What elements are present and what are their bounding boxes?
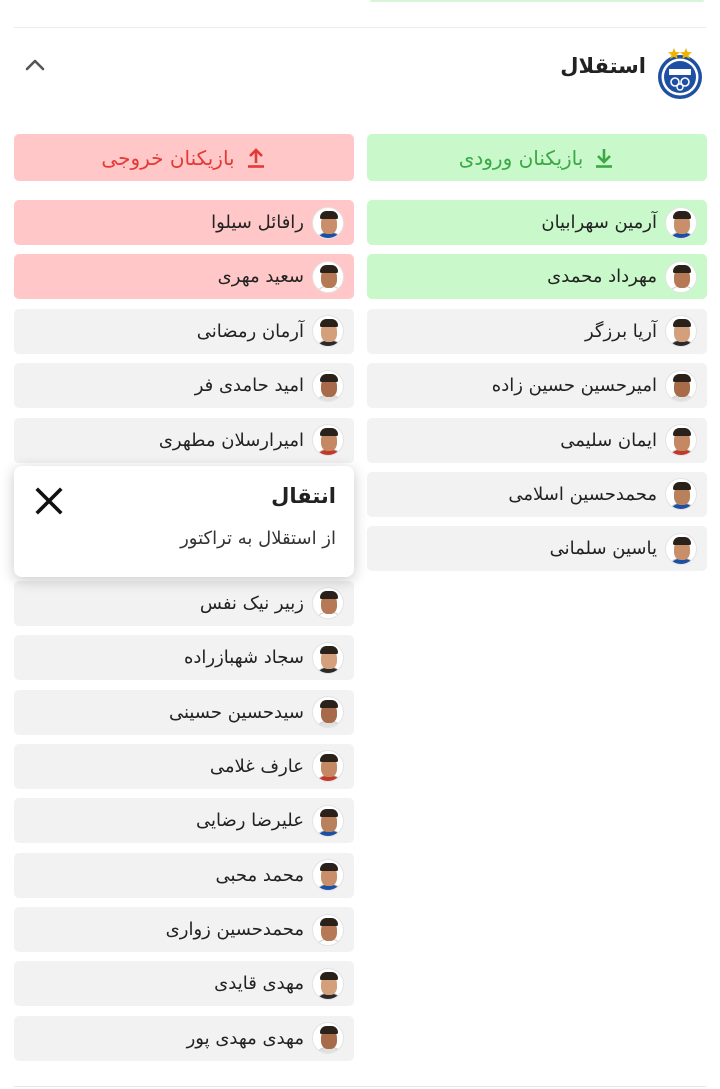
outgoing-title: بازیکنان خروجی	[101, 145, 235, 170]
player-row[interactable]: عارف غلامی	[14, 743, 354, 789]
player-name: علیرضا رضایی	[195, 810, 304, 832]
player-name: آرمین سهرابیان	[541, 212, 657, 233]
esteghlal-logo-icon	[658, 48, 702, 99]
player-name: امید حامدی فر	[194, 375, 304, 397]
player-avatar	[665, 424, 697, 457]
transfer-popup: انتقال از استقلال به تراکتور	[14, 466, 354, 577]
player-row[interactable]: محمدحسین اسلامی	[367, 471, 707, 517]
player-name: مهدی قایدی	[214, 973, 304, 995]
player-name: سعید مهری	[217, 266, 304, 288]
popup-title: انتقال	[271, 484, 336, 508]
chevron-up-icon	[25, 59, 45, 71]
player-row[interactable]: علیرضا رضایی	[14, 798, 354, 844]
team-name: استقلال	[560, 54, 646, 78]
player-name: سجاد شهبازراده	[183, 647, 304, 669]
player-avatar	[665, 478, 697, 511]
team-header[interactable]: استقلال	[0, 28, 720, 120]
player-row[interactable]: آرمان رمضانی	[14, 308, 354, 354]
player-avatar	[312, 750, 344, 783]
player-avatar	[665, 315, 697, 348]
player-row[interactable]: امیرارسلان مطهری	[14, 417, 354, 463]
player-row[interactable]: آریا برزگر	[367, 308, 707, 354]
outgoing-header[interactable]: بازیکنان خروجی	[14, 134, 354, 181]
player-name: سیدحسین حسینی	[168, 701, 304, 723]
player-avatar	[312, 696, 344, 729]
player-avatar	[312, 315, 344, 348]
upload-arrow-icon	[247, 147, 264, 168]
player-avatar	[312, 967, 344, 1000]
player-avatar	[665, 260, 697, 293]
previous-section-strip	[370, 0, 704, 2]
player-avatar	[312, 260, 344, 293]
player-avatar	[312, 804, 344, 837]
player-avatar	[312, 206, 344, 239]
player-avatar	[312, 424, 344, 457]
collapse-button[interactable]	[22, 52, 48, 78]
incoming-title: بازیکنان ورودی	[458, 145, 584, 170]
player-row[interactable]: مهدی قایدی	[14, 961, 354, 1007]
player-name: مهرداد محمدی	[547, 266, 657, 288]
player-avatar	[665, 369, 697, 402]
player-avatar	[312, 1022, 344, 1055]
player-avatar	[665, 206, 697, 239]
player-name: محمدحسین اسلامی	[508, 483, 657, 505]
player-avatar	[312, 369, 344, 402]
player-name: آرمان رمضانی	[196, 320, 304, 342]
player-row[interactable]: محمد محبی	[14, 852, 354, 898]
player-row[interactable]: محمدحسین زواری	[14, 907, 354, 953]
player-name: محمد محبی	[215, 864, 304, 886]
player-name: یاسین سلمانی	[549, 538, 657, 560]
player-avatar	[312, 859, 344, 892]
player-row[interactable]: ایمان سلیمی	[367, 417, 707, 463]
player-row[interactable]: امیرحسین حسین زاده	[367, 363, 707, 409]
player-name: امیرحسین حسین زاده	[491, 375, 657, 397]
section-divider-bottom	[14, 1086, 706, 1087]
player-name: آریا برزگر	[584, 320, 657, 342]
incoming-list: آرمین سهرابیان مهرداد محمدی آریا برزگر امیر…	[367, 200, 707, 572]
player-row[interactable]: زبیر نیک نفس	[14, 580, 354, 626]
player-row[interactable]: یاسین سلمانی	[367, 526, 707, 572]
player-row[interactable]: سعید مهری	[14, 254, 354, 300]
incoming-column: بازیکنان ورودی آرمین سهرابیان مهرداد محمد…	[367, 134, 707, 581]
player-row[interactable]: آرمین سهرابیان	[367, 200, 707, 245]
player-row[interactable]: رافائل سیلوا	[14, 200, 354, 245]
close-icon[interactable]	[34, 486, 64, 516]
player-name: رافائل سیلوا	[211, 212, 304, 233]
player-name: محمدحسین زواری	[165, 919, 304, 941]
popup-description: از استقلال به تراکتور	[180, 528, 336, 549]
outgoing-column: بازیکنان خروجی رافائل سیلوا سعید مهری آرما…	[14, 134, 354, 1070]
player-row[interactable]: سیدحسین حسینی	[14, 689, 354, 735]
player-row[interactable]: مهرداد محمدی	[367, 254, 707, 300]
player-name: ایمان سلیمی	[560, 429, 657, 451]
player-avatar	[312, 641, 344, 674]
player-avatar	[312, 913, 344, 946]
player-name: عارف غلامی	[209, 755, 304, 777]
player-name: زبیر نیک نفس	[199, 592, 304, 614]
outgoing-list: رافائل سیلوا سعید مهری آرمان رمضانی امید حا…	[14, 200, 354, 1061]
download-arrow-icon	[596, 148, 613, 168]
player-avatar	[665, 532, 697, 565]
incoming-header[interactable]: بازیکنان ورودی	[367, 134, 707, 181]
player-name: امیرارسلان مطهری	[158, 429, 304, 451]
player-row[interactable]: مهدی مهدی پور	[14, 1015, 354, 1061]
player-avatar	[312, 587, 344, 620]
player-name: مهدی مهدی پور	[186, 1027, 304, 1049]
player-row[interactable]: امید حامدی فر	[14, 363, 354, 409]
player-row[interactable]: سجاد شهبازراده	[14, 635, 354, 681]
